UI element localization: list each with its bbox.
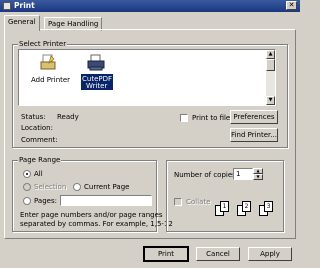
title-bar: Print ✕ <box>0 0 300 12</box>
page-range-hint-line1: Enter page numbers and/or page ranges <box>20 211 163 219</box>
add-printer-label: Add Printer <box>31 76 71 84</box>
list-item-cutepdf-writer[interactable]: CutePDF Writer <box>81 54 113 94</box>
copies-input[interactable]: 1 <box>233 168 253 180</box>
collate-page-1: 1 <box>220 201 229 212</box>
cutepdf-label-line2: Writer <box>86 82 108 90</box>
location-label: Location: <box>21 124 53 132</box>
tab-general[interactable]: General <box>4 15 40 31</box>
pages-label: Pages: <box>34 197 57 205</box>
status-value: Ready <box>57 113 79 121</box>
all-label: All <box>34 170 43 178</box>
collate-page-3: 3 <box>264 201 273 212</box>
select-printer-label: Select Printer <box>18 40 68 48</box>
scroll-down-arrow[interactable]: ▼ <box>266 96 275 105</box>
selection-radio[interactable] <box>23 183 31 191</box>
comment-label: Comment: <box>21 136 58 144</box>
copies-label: Number of copies: <box>174 171 239 179</box>
apply-button[interactable]: Apply <box>248 247 292 261</box>
list-item-add-printer[interactable]: Add Printer <box>31 54 70 94</box>
preferences-button[interactable]: Preferences <box>230 110 278 124</box>
window-title: Print <box>14 1 35 10</box>
cancel-button[interactable]: Cancel <box>196 247 240 261</box>
page-range-hint-line2: separated by commas. For example, 1,5-12 <box>20 220 173 228</box>
copies-value: 1 <box>236 170 241 178</box>
selection-label: Selection <box>34 183 67 191</box>
collate-page-2: 2 <box>242 201 251 212</box>
scroll-up-arrow[interactable]: ▲ <box>266 50 275 59</box>
page-range-label: Page Range <box>18 156 62 164</box>
print-to-file-checkbox[interactable] <box>180 114 188 122</box>
print-button[interactable]: Print <box>143 246 189 262</box>
close-button[interactable]: ✕ <box>286 1 297 10</box>
all-radio[interactable] <box>23 170 31 178</box>
current-page-label: Current Page <box>84 183 130 191</box>
printer-icon <box>3 2 11 10</box>
pages-radio[interactable] <box>23 197 31 205</box>
add-printer-icon <box>40 54 56 70</box>
status-label: Status: <box>21 113 46 121</box>
current-page-radio[interactable] <box>73 183 81 191</box>
printer-list[interactable]: Add Printer CutePDF Writer ▲ ▼ <box>18 49 276 106</box>
copies-down-button[interactable]: ▼ <box>253 174 263 180</box>
scroll-thumb[interactable] <box>266 59 275 71</box>
printer-icon <box>87 54 105 71</box>
collate-checkbox[interactable] <box>174 198 182 206</box>
collate-label: Collate <box>186 198 211 206</box>
find-printer-button[interactable]: Find Printer... <box>230 128 278 142</box>
printer-list-scrollbar[interactable]: ▲ ▼ <box>266 50 275 105</box>
print-to-file-label: Print to file <box>192 114 231 122</box>
pages-input[interactable] <box>60 195 152 206</box>
